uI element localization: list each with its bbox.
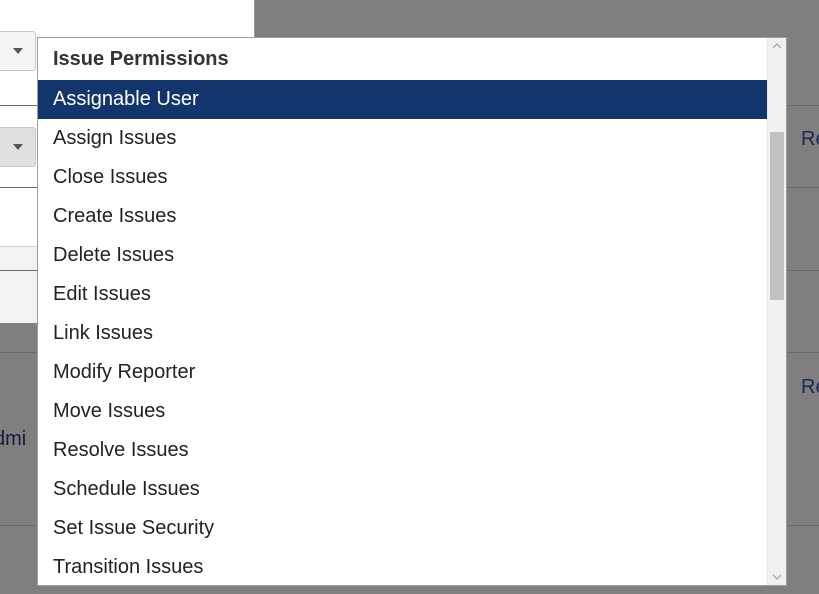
option-schedule-issues[interactable]: Schedule Issues xyxy=(38,470,767,509)
select-field-permission[interactable] xyxy=(0,127,36,167)
permission-dropdown-list[interactable]: Issue Permissions Assignable User Assign… xyxy=(37,37,787,586)
option-resolve-issues[interactable]: Resolve Issues xyxy=(38,431,767,470)
option-delete-issues[interactable]: Delete Issues xyxy=(38,236,767,275)
dropdown-scrollbar[interactable] xyxy=(767,38,786,585)
caret-down-icon xyxy=(13,48,23,54)
option-transition-issues[interactable]: Transition Issues xyxy=(38,548,767,585)
option-group-label: Issue Permissions xyxy=(53,48,229,70)
chevron-down-icon[interactable] xyxy=(768,569,786,585)
option-set-issue-security[interactable]: Set Issue Security xyxy=(38,509,767,548)
option-move-issues[interactable]: Move Issues xyxy=(38,392,767,431)
select-field-top[interactable] xyxy=(0,31,36,71)
caret-down-icon xyxy=(13,144,23,150)
row-action-link[interactable]: Re xyxy=(801,376,819,399)
option-create-issues[interactable]: Create Issues xyxy=(38,197,767,236)
option-list: Assignable User Assign Issues Close Issu… xyxy=(38,80,767,585)
option-modify-reporter[interactable]: Modify Reporter xyxy=(38,353,767,392)
option-link-issues[interactable]: Link Issues xyxy=(38,314,767,353)
table-cell-text: dmi xyxy=(0,428,27,450)
option-assign-issues[interactable]: Assign Issues xyxy=(38,119,767,158)
scroll-thumb[interactable] xyxy=(770,132,784,300)
option-edit-issues[interactable]: Edit Issues xyxy=(38,275,767,314)
chevron-up-icon[interactable] xyxy=(768,38,786,54)
option-assignable-user[interactable]: Assignable User xyxy=(38,80,767,119)
option-close-issues[interactable]: Close Issues xyxy=(38,158,767,197)
row-action-link[interactable]: Re xyxy=(801,128,819,151)
